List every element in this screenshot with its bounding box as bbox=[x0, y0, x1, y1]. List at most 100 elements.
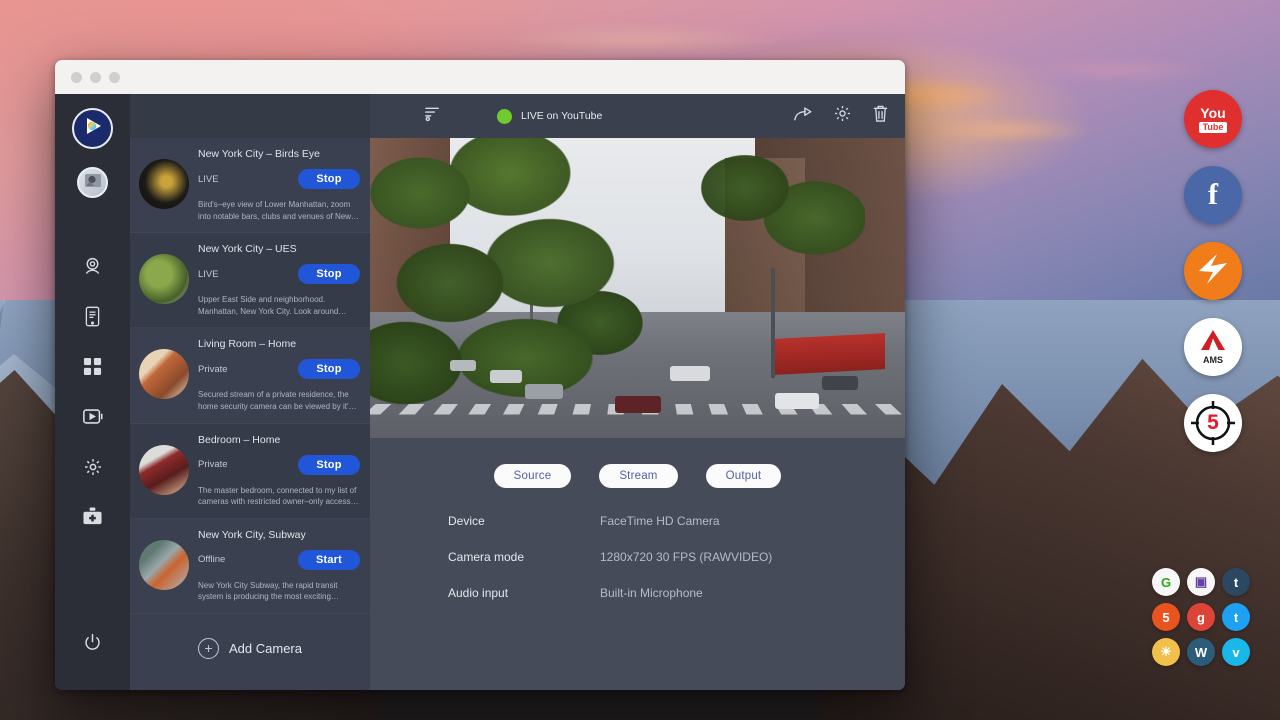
first-aid-kit-icon bbox=[82, 507, 103, 531]
video-car bbox=[525, 384, 563, 399]
live-status-label: LIVE on YouTube bbox=[521, 110, 602, 122]
camera-status-row: Offline Start bbox=[198, 550, 360, 570]
minidock-tumblr[interactable]: t bbox=[1222, 568, 1250, 596]
power-icon bbox=[83, 633, 102, 657]
minidock-vimeo[interactable]: v bbox=[1222, 638, 1250, 666]
user-avatar[interactable] bbox=[77, 167, 108, 198]
detail-label: Camera mode bbox=[448, 550, 600, 564]
video-car bbox=[450, 360, 476, 371]
camera-status: LIVE bbox=[198, 174, 219, 185]
detail-value[interactable]: FaceTime HD Camera bbox=[600, 514, 720, 528]
camera-description: Secured stream of a private residence, t… bbox=[198, 389, 360, 412]
video-red-awning bbox=[775, 333, 885, 375]
source-details: Device FaceTime HD Camera Camera mode 12… bbox=[370, 488, 905, 622]
tab-stream[interactable]: Stream bbox=[599, 464, 677, 488]
tab-source[interactable]: Source bbox=[494, 464, 572, 488]
camera-description: Bird's–eye view of Lower Manhattan, zoom… bbox=[198, 199, 360, 222]
video-car bbox=[490, 370, 522, 383]
dock-adobe-ams[interactable]: AMS bbox=[1184, 318, 1242, 376]
app-logo[interactable] bbox=[72, 108, 113, 149]
detail-row-audio-input: Audio input Built-in Microphone bbox=[448, 586, 905, 600]
camera-status-row: Private Stop bbox=[198, 359, 360, 379]
camera-toggle-button[interactable]: Stop bbox=[298, 169, 360, 189]
gear-icon[interactable] bbox=[833, 104, 852, 128]
video-trees-right bbox=[685, 138, 865, 338]
camera-info: New York City, Subway Offline Start New … bbox=[198, 529, 360, 603]
camera-list-item[interactable]: New York City – UES LIVE Stop Upper East… bbox=[130, 233, 370, 328]
main-toolbar: LIVE on YouTube bbox=[370, 94, 905, 138]
camera-status-row: LIVE Stop bbox=[198, 169, 360, 189]
dock-youtube[interactable]: You Tube bbox=[1184, 90, 1242, 148]
dock-youtube-label: You bbox=[1200, 106, 1225, 120]
camera-thumbnail bbox=[139, 445, 189, 495]
camera-thumbnail bbox=[139, 159, 189, 209]
camera-status: Offline bbox=[198, 554, 225, 565]
dock-ams-label: AMS bbox=[1203, 356, 1223, 365]
camera-description: The master bedroom, connected to my list… bbox=[198, 485, 360, 508]
gear-icon bbox=[83, 457, 103, 482]
detail-row-device: Device FaceTime HD Camera bbox=[448, 514, 905, 528]
tab-output[interactable]: Output bbox=[706, 464, 782, 488]
minidock-wordpress[interactable]: W bbox=[1187, 638, 1215, 666]
app-window: New York City – Birds Eye LIVE Stop Bird… bbox=[55, 60, 905, 690]
camera-thumbnail bbox=[139, 540, 189, 590]
detail-value[interactable]: 1280x720 30 FPS (RAWVIDEO) bbox=[600, 550, 772, 564]
camera-list-item[interactable]: Bedroom – Home Private Stop The master b… bbox=[130, 424, 370, 519]
minidock-sun[interactable]: ☀ bbox=[1152, 638, 1180, 666]
sort-icon[interactable] bbox=[424, 105, 441, 127]
sidebar-item-settings[interactable] bbox=[71, 444, 115, 494]
camera-list-item[interactable]: Living Room – Home Private Stop Secured … bbox=[130, 328, 370, 423]
sidebar-item-apps[interactable] bbox=[71, 344, 115, 394]
minidock-grammarly[interactable]: G bbox=[1152, 568, 1180, 596]
minimize-button[interactable] bbox=[90, 72, 101, 83]
dock-facebook[interactable]: f bbox=[1184, 166, 1242, 224]
sidebar-item-cameras[interactable] bbox=[71, 244, 115, 294]
camera-toggle-button[interactable]: Stop bbox=[298, 264, 360, 284]
minidock-twitter[interactable]: t bbox=[1222, 603, 1250, 631]
detail-label: Device bbox=[448, 514, 600, 528]
mobile-device-icon bbox=[83, 306, 102, 332]
camera-list-item[interactable]: New York City, Subway Offline Start New … bbox=[130, 519, 370, 614]
video-preview[interactable] bbox=[370, 138, 905, 438]
share-icon[interactable] bbox=[793, 105, 813, 127]
detail-value[interactable]: Built-in Microphone bbox=[600, 586, 703, 600]
play-logo-icon bbox=[82, 115, 104, 142]
add-camera-button[interactable]: + Add Camera bbox=[130, 614, 370, 659]
sidebar-item-media[interactable] bbox=[71, 394, 115, 444]
sidebar-item-mobile[interactable] bbox=[71, 294, 115, 344]
detail-row-camera-mode: Camera mode 1280x720 30 FPS (RAWVIDEO) bbox=[448, 550, 905, 564]
close-button[interactable] bbox=[71, 72, 82, 83]
camera-status-row: LIVE Stop bbox=[198, 264, 360, 284]
plus-icon: + bbox=[198, 638, 219, 659]
trash-icon[interactable] bbox=[872, 104, 889, 128]
video-car bbox=[775, 393, 819, 409]
dock-bolt[interactable] bbox=[1184, 242, 1242, 300]
video-car bbox=[615, 396, 661, 413]
adobe-icon bbox=[1200, 329, 1226, 355]
camera-toggle-button[interactable]: Start bbox=[298, 550, 360, 570]
grid-apps-icon bbox=[83, 357, 102, 381]
sidebar-item-support[interactable] bbox=[71, 494, 115, 544]
zoom-button[interactable] bbox=[109, 72, 120, 83]
camera-list-item[interactable]: New York City – Birds Eye LIVE Stop Bird… bbox=[130, 138, 370, 233]
minidock-smashcast[interactable]: 5 bbox=[1152, 603, 1180, 631]
minidock-twitch[interactable]: ▣ bbox=[1187, 568, 1215, 596]
minidock-google-plus[interactable]: g bbox=[1187, 603, 1215, 631]
camera-description: Upper East Side and neighborhood. Manhat… bbox=[198, 294, 360, 317]
camera-status: Private bbox=[198, 459, 228, 470]
video-car bbox=[670, 366, 710, 381]
media-player-icon bbox=[82, 407, 104, 431]
dock-youtube-sublabel: Tube bbox=[1199, 122, 1228, 133]
avatar-icon bbox=[83, 170, 103, 195]
toolbar-actions bbox=[793, 104, 889, 128]
desktop-dock: You Tube f AMS 5 bbox=[1184, 90, 1242, 452]
camera-toggle-button[interactable]: Stop bbox=[298, 455, 360, 475]
camera-list[interactable]: New York City – Birds Eye LIVE Stop Bird… bbox=[130, 138, 370, 690]
main-content: LIVE on YouTube bbox=[370, 94, 905, 690]
list-topbar bbox=[130, 94, 370, 138]
dock-smashcast[interactable]: 5 bbox=[1184, 394, 1242, 452]
desktop-minidock: G ▣ t 5 g t ☀ W v bbox=[1152, 568, 1250, 666]
sidebar-item-power[interactable] bbox=[71, 620, 115, 670]
camera-title: Living Room – Home bbox=[198, 338, 360, 350]
camera-toggle-button[interactable]: Stop bbox=[298, 359, 360, 379]
